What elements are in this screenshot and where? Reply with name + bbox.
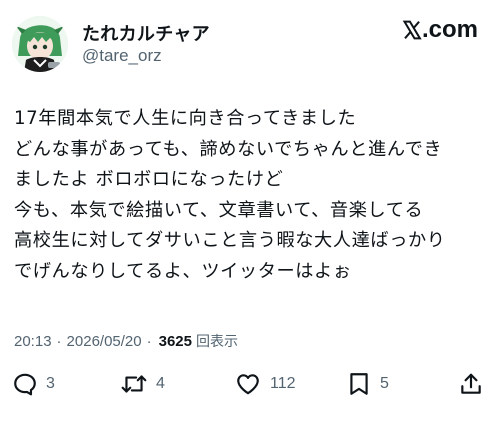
- post-date[interactable]: 2026/05/20: [67, 333, 142, 350]
- bookmark-button[interactable]: 5: [346, 368, 389, 400]
- repost-count: 4: [156, 375, 165, 392]
- reply-button[interactable]: 3: [12, 368, 55, 400]
- post-line: 今も、本気で絵描いて、文章書いて、音楽してる: [14, 199, 424, 221]
- reply-icon: [14, 373, 36, 396]
- avatar-image: [12, 16, 68, 72]
- meta-separator: ·: [146, 333, 152, 350]
- action-bar: 3 4 112 5: [0, 368, 500, 400]
- repost-button[interactable]: 4: [120, 368, 165, 400]
- post-line: でげんなりしてるよ、ツイッターはよぉ: [14, 260, 352, 282]
- post-line: 17年間本気で人生に向き合ってきました: [14, 108, 357, 129]
- like-button[interactable]: 112: [234, 368, 296, 400]
- author-handle[interactable]: @tare_orz: [82, 46, 162, 66]
- reply-count: 3: [46, 375, 55, 392]
- post-line: どんな事があっても、諦めないでちゃんと進んでき: [14, 138, 443, 160]
- share-button[interactable]: [458, 368, 484, 400]
- like-count: 112: [270, 375, 296, 392]
- post-line: 高校生に対してダサいこと言う暇な大人達ばっかり: [14, 230, 446, 251]
- repost-icon: [121, 375, 147, 393]
- avatar[interactable]: [12, 16, 68, 72]
- bookmark-icon: [350, 373, 368, 395]
- x-logo-icon: [402, 20, 422, 40]
- view-count: 3625: [158, 333, 192, 350]
- brand-logo: .com: [402, 16, 478, 44]
- brand-domain: .com: [421, 16, 478, 43]
- bookmark-count: 5: [380, 375, 389, 392]
- post-time[interactable]: 20:13: [14, 333, 52, 350]
- post-line: ましたよ ボロボロになったけど: [14, 169, 284, 190]
- post-text: 17年間本気で人生に向き合ってきました どんな事があっても、諦めないでちゃんと進…: [14, 104, 494, 287]
- meta-separator: ·: [56, 333, 62, 350]
- heart-icon: [237, 374, 259, 395]
- share-icon: [461, 373, 481, 394]
- view-count-label: 回表示: [196, 334, 238, 350]
- post-meta: 20:13 · 2026/05/20 · 3625 回表示: [14, 331, 238, 351]
- author-name[interactable]: たれカルチャア: [82, 20, 210, 46]
